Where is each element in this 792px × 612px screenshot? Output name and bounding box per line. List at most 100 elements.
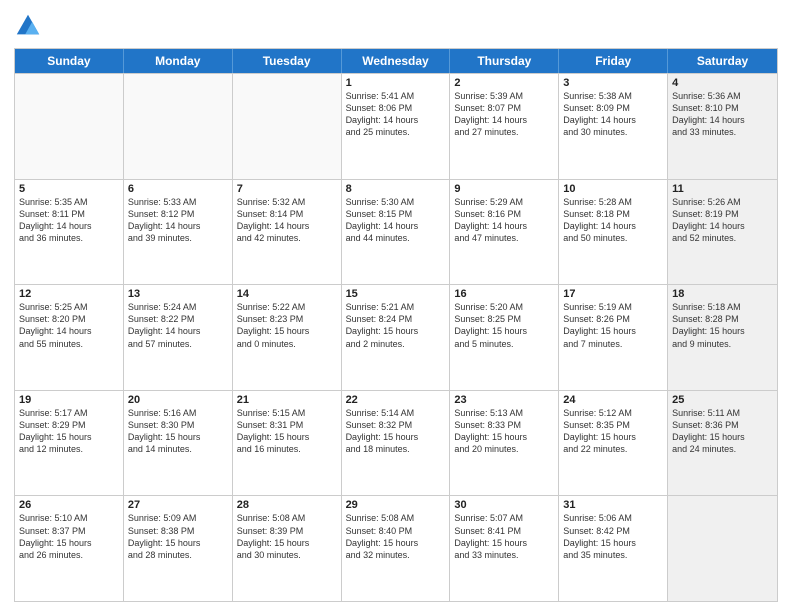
calendar-cell: 7Sunrise: 5:32 AM Sunset: 8:14 PM Daylig… [233, 180, 342, 285]
calendar-cell: 2Sunrise: 5:39 AM Sunset: 8:07 PM Daylig… [450, 74, 559, 179]
day-number: 29 [346, 499, 446, 511]
calendar-cell: 14Sunrise: 5:22 AM Sunset: 8:23 PM Dayli… [233, 285, 342, 390]
calendar-cell: 5Sunrise: 5:35 AM Sunset: 8:11 PM Daylig… [15, 180, 124, 285]
calendar-row-3: 19Sunrise: 5:17 AM Sunset: 8:29 PM Dayli… [15, 390, 777, 496]
calendar-cell: 20Sunrise: 5:16 AM Sunset: 8:30 PM Dayli… [124, 391, 233, 496]
cell-info: Sunrise: 5:39 AM Sunset: 8:07 PM Dayligh… [454, 90, 554, 139]
cell-info: Sunrise: 5:26 AM Sunset: 8:19 PM Dayligh… [672, 196, 773, 245]
day-number: 7 [237, 183, 337, 195]
calendar-cell: 19Sunrise: 5:17 AM Sunset: 8:29 PM Dayli… [15, 391, 124, 496]
cell-info: Sunrise: 5:12 AM Sunset: 8:35 PM Dayligh… [563, 407, 663, 456]
day-number: 26 [19, 499, 119, 511]
calendar-cell: 26Sunrise: 5:10 AM Sunset: 8:37 PM Dayli… [15, 496, 124, 601]
logo [14, 12, 46, 40]
cell-info: Sunrise: 5:21 AM Sunset: 8:24 PM Dayligh… [346, 301, 446, 350]
calendar-cell [124, 74, 233, 179]
calendar-row-0: 1Sunrise: 5:41 AM Sunset: 8:06 PM Daylig… [15, 73, 777, 179]
day-number: 4 [672, 77, 773, 89]
cell-info: Sunrise: 5:14 AM Sunset: 8:32 PM Dayligh… [346, 407, 446, 456]
day-number: 3 [563, 77, 663, 89]
calendar-cell [668, 496, 777, 601]
cell-info: Sunrise: 5:17 AM Sunset: 8:29 PM Dayligh… [19, 407, 119, 456]
header-cell-thursday: Thursday [450, 49, 559, 73]
cell-info: Sunrise: 5:10 AM Sunset: 8:37 PM Dayligh… [19, 512, 119, 561]
day-number: 2 [454, 77, 554, 89]
calendar-cell: 4Sunrise: 5:36 AM Sunset: 8:10 PM Daylig… [668, 74, 777, 179]
day-number: 18 [672, 288, 773, 300]
cell-info: Sunrise: 5:08 AM Sunset: 8:39 PM Dayligh… [237, 512, 337, 561]
day-number: 11 [672, 183, 773, 195]
day-number: 8 [346, 183, 446, 195]
calendar-cell: 24Sunrise: 5:12 AM Sunset: 8:35 PM Dayli… [559, 391, 668, 496]
calendar-cell: 1Sunrise: 5:41 AM Sunset: 8:06 PM Daylig… [342, 74, 451, 179]
cell-info: Sunrise: 5:29 AM Sunset: 8:16 PM Dayligh… [454, 196, 554, 245]
day-number: 22 [346, 394, 446, 406]
cell-info: Sunrise: 5:16 AM Sunset: 8:30 PM Dayligh… [128, 407, 228, 456]
day-number: 20 [128, 394, 228, 406]
calendar-cell: 9Sunrise: 5:29 AM Sunset: 8:16 PM Daylig… [450, 180, 559, 285]
cell-info: Sunrise: 5:08 AM Sunset: 8:40 PM Dayligh… [346, 512, 446, 561]
cell-info: Sunrise: 5:20 AM Sunset: 8:25 PM Dayligh… [454, 301, 554, 350]
calendar-cell: 31Sunrise: 5:06 AM Sunset: 8:42 PM Dayli… [559, 496, 668, 601]
calendar-cell: 16Sunrise: 5:20 AM Sunset: 8:25 PM Dayli… [450, 285, 559, 390]
calendar-header: SundayMondayTuesdayWednesdayThursdayFrid… [15, 49, 777, 73]
cell-info: Sunrise: 5:38 AM Sunset: 8:09 PM Dayligh… [563, 90, 663, 139]
day-number: 14 [237, 288, 337, 300]
day-number: 24 [563, 394, 663, 406]
calendar-cell: 17Sunrise: 5:19 AM Sunset: 8:26 PM Dayli… [559, 285, 668, 390]
cell-info: Sunrise: 5:30 AM Sunset: 8:15 PM Dayligh… [346, 196, 446, 245]
calendar-cell: 13Sunrise: 5:24 AM Sunset: 8:22 PM Dayli… [124, 285, 233, 390]
calendar-cell: 15Sunrise: 5:21 AM Sunset: 8:24 PM Dayli… [342, 285, 451, 390]
calendar-cell [15, 74, 124, 179]
calendar-cell: 10Sunrise: 5:28 AM Sunset: 8:18 PM Dayli… [559, 180, 668, 285]
day-number: 21 [237, 394, 337, 406]
header-cell-sunday: Sunday [15, 49, 124, 73]
day-number: 28 [237, 499, 337, 511]
calendar-row-2: 12Sunrise: 5:25 AM Sunset: 8:20 PM Dayli… [15, 284, 777, 390]
calendar-cell: 11Sunrise: 5:26 AM Sunset: 8:19 PM Dayli… [668, 180, 777, 285]
calendar-cell: 27Sunrise: 5:09 AM Sunset: 8:38 PM Dayli… [124, 496, 233, 601]
calendar-cell: 6Sunrise: 5:33 AM Sunset: 8:12 PM Daylig… [124, 180, 233, 285]
day-number: 5 [19, 183, 119, 195]
day-number: 27 [128, 499, 228, 511]
header-cell-friday: Friday [559, 49, 668, 73]
calendar-cell: 29Sunrise: 5:08 AM Sunset: 8:40 PM Dayli… [342, 496, 451, 601]
calendar-body: 1Sunrise: 5:41 AM Sunset: 8:06 PM Daylig… [15, 73, 777, 601]
day-number: 19 [19, 394, 119, 406]
cell-info: Sunrise: 5:35 AM Sunset: 8:11 PM Dayligh… [19, 196, 119, 245]
calendar-cell: 12Sunrise: 5:25 AM Sunset: 8:20 PM Dayli… [15, 285, 124, 390]
calendar-cell: 8Sunrise: 5:30 AM Sunset: 8:15 PM Daylig… [342, 180, 451, 285]
calendar-row-1: 5Sunrise: 5:35 AM Sunset: 8:11 PM Daylig… [15, 179, 777, 285]
cell-info: Sunrise: 5:25 AM Sunset: 8:20 PM Dayligh… [19, 301, 119, 350]
cell-info: Sunrise: 5:07 AM Sunset: 8:41 PM Dayligh… [454, 512, 554, 561]
calendar-cell [233, 74, 342, 179]
day-number: 9 [454, 183, 554, 195]
cell-info: Sunrise: 5:33 AM Sunset: 8:12 PM Dayligh… [128, 196, 228, 245]
day-number: 12 [19, 288, 119, 300]
cell-info: Sunrise: 5:11 AM Sunset: 8:36 PM Dayligh… [672, 407, 773, 456]
cell-info: Sunrise: 5:28 AM Sunset: 8:18 PM Dayligh… [563, 196, 663, 245]
calendar-row-4: 26Sunrise: 5:10 AM Sunset: 8:37 PM Dayli… [15, 495, 777, 601]
page: SundayMondayTuesdayWednesdayThursdayFrid… [0, 0, 792, 612]
cell-info: Sunrise: 5:06 AM Sunset: 8:42 PM Dayligh… [563, 512, 663, 561]
logo-icon [14, 12, 42, 40]
day-number: 6 [128, 183, 228, 195]
calendar-cell: 18Sunrise: 5:18 AM Sunset: 8:28 PM Dayli… [668, 285, 777, 390]
day-number: 15 [346, 288, 446, 300]
cell-info: Sunrise: 5:22 AM Sunset: 8:23 PM Dayligh… [237, 301, 337, 350]
header-cell-saturday: Saturday [668, 49, 777, 73]
calendar-cell: 25Sunrise: 5:11 AM Sunset: 8:36 PM Dayli… [668, 391, 777, 496]
header-cell-tuesday: Tuesday [233, 49, 342, 73]
cell-info: Sunrise: 5:15 AM Sunset: 8:31 PM Dayligh… [237, 407, 337, 456]
day-number: 25 [672, 394, 773, 406]
cell-info: Sunrise: 5:36 AM Sunset: 8:10 PM Dayligh… [672, 90, 773, 139]
calendar-cell: 22Sunrise: 5:14 AM Sunset: 8:32 PM Dayli… [342, 391, 451, 496]
day-number: 16 [454, 288, 554, 300]
calendar-cell: 23Sunrise: 5:13 AM Sunset: 8:33 PM Dayli… [450, 391, 559, 496]
cell-info: Sunrise: 5:13 AM Sunset: 8:33 PM Dayligh… [454, 407, 554, 456]
header-cell-monday: Monday [124, 49, 233, 73]
calendar-cell: 3Sunrise: 5:38 AM Sunset: 8:09 PM Daylig… [559, 74, 668, 179]
day-number: 30 [454, 499, 554, 511]
calendar-cell: 28Sunrise: 5:08 AM Sunset: 8:39 PM Dayli… [233, 496, 342, 601]
header [14, 12, 778, 40]
